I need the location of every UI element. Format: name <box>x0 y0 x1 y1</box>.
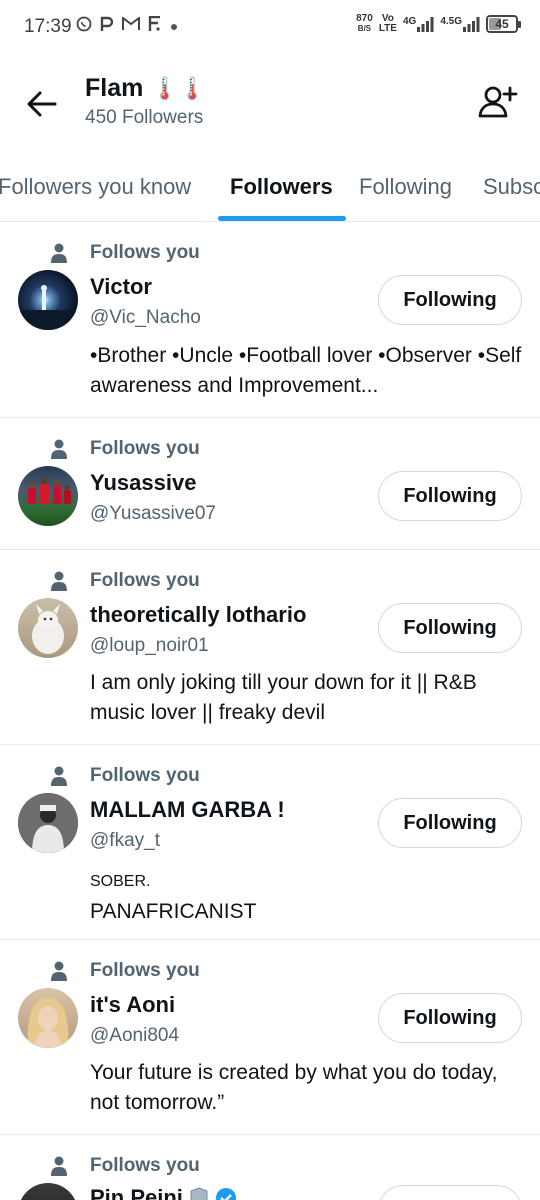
notification-icons <box>76 15 178 37</box>
list-item[interactable]: Follows you Victor @Vic_Nacho Following … <box>0 222 540 418</box>
user-handle[interactable]: @Aoni804 <box>90 1025 179 1047</box>
follows-you-line: Follows you <box>50 765 200 787</box>
avatar[interactable] <box>18 270 78 330</box>
person-icon <box>51 1156 67 1176</box>
user-bio: •Brother •Uncle •Football lover •Observe… <box>90 344 522 397</box>
user-handle[interactable]: @Vic_Nacho <box>90 307 201 329</box>
user-name[interactable]: MALLAM GARBA ! <box>90 797 285 823</box>
avatar-image <box>28 477 71 504</box>
following-button[interactable]: Following <box>378 471 522 521</box>
avatar-image <box>18 793 78 853</box>
signal-1: 4G <box>403 16 434 32</box>
following-button[interactable]: Following <box>378 798 522 848</box>
follower-count: 450 Followers <box>85 107 204 128</box>
follows-you-line: Follows you <box>50 242 200 264</box>
follows-you-label: Follows you <box>90 765 200 786</box>
following-button[interactable]: Following <box>378 275 522 325</box>
user-handle[interactable]: @Yusassive07 <box>90 503 216 525</box>
signal-bars-icon <box>417 17 434 32</box>
avatar-image <box>18 285 78 330</box>
person-icon <box>51 243 67 263</box>
whatsapp-icon <box>76 16 92 37</box>
follows-you-line: Follows you <box>50 1155 200 1177</box>
follows-you-label: Follows you <box>90 960 200 981</box>
battery-percent: 45 <box>495 17 509 31</box>
user-name-row[interactable]: Pin Peini <box>90 1185 237 1200</box>
page-title: Flam 🌡️🌡️ <box>85 74 206 103</box>
follows-you-label: Follows you <box>90 1155 200 1176</box>
user-name[interactable]: theoretically lothario <box>90 602 306 628</box>
tab-followers-you-know[interactable]: Followers you know <box>0 174 191 200</box>
following-button[interactable]: Following <box>378 993 522 1043</box>
tab-subscriptions[interactable]: Subsc <box>483 174 540 200</box>
list-item[interactable]: Follows you it's Aoni @Aoni804 Following… <box>0 940 540 1135</box>
add-user-button[interactable] <box>478 82 518 122</box>
profile-header: Flam 🌡️🌡️ 450 Followers <box>0 56 540 156</box>
network-type-2: 4.5G <box>440 16 462 27</box>
shield-icon <box>190 1187 208 1200</box>
tab-bar: Followers you know Followers Following S… <box>0 162 540 222</box>
add-user-icon <box>478 86 518 118</box>
list-item[interactable]: Follows you theoretically lothario @loup… <box>0 550 540 745</box>
speed-unit: B/S <box>357 24 372 33</box>
signal-2: 4.5G <box>440 16 480 32</box>
person-icon <box>51 961 67 981</box>
gmail-icon <box>122 16 140 36</box>
follower-list: Follows you Victor @Vic_Nacho Following … <box>0 222 540 1200</box>
status-time: 17:39 <box>24 16 72 37</box>
follows-you-label: Follows you <box>90 570 200 591</box>
person-icon <box>51 439 67 459</box>
follows-you-line: Follows you <box>50 570 200 592</box>
avatar[interactable] <box>18 988 78 1048</box>
avatar-image <box>27 998 69 1048</box>
avatar[interactable] <box>18 793 78 853</box>
battery-icon: 45 <box>486 15 521 33</box>
volte-indicator: Vo LTE <box>379 14 397 34</box>
person-icon <box>51 766 67 786</box>
follows-you-label: Follows you <box>90 438 200 459</box>
tab-followers[interactable]: Followers <box>230 174 333 200</box>
network-type-1: 4G <box>402 16 417 27</box>
user-name[interactable]: Pin Peini <box>90 1185 183 1200</box>
thermometer-emoji: 🌡️🌡️ <box>151 75 207 101</box>
user-name[interactable]: Victor <box>90 274 152 300</box>
verified-badge-icon <box>215 1188 236 1200</box>
avatar[interactable] <box>18 1183 78 1200</box>
avatar[interactable] <box>18 466 78 526</box>
user-name[interactable]: it's Aoni <box>90 992 175 1018</box>
avatar[interactable] <box>18 598 78 658</box>
follows-you-line: Follows you <box>50 960 200 982</box>
follows-you-line: Follows you <box>50 438 200 460</box>
active-tab-indicator <box>218 216 346 221</box>
person-icon <box>51 571 67 591</box>
avatar-image <box>32 604 64 654</box>
signal-bars-icon <box>463 17 480 32</box>
title-block: Flam 🌡️🌡️ 450 Followers <box>85 74 206 129</box>
system-status: 870 B/S Vo LTE 4G 4.5G 45 <box>356 14 521 34</box>
user-handle[interactable]: @fkay_t <box>90 830 160 852</box>
following-button[interactable]: Following <box>378 603 522 653</box>
network-speed: 870 B/S <box>356 14 373 34</box>
arrow-left-icon <box>27 91 57 117</box>
user-handle[interactable]: @loup_noir01 <box>90 635 209 657</box>
profile-name: Flam <box>85 74 144 102</box>
speed-value: 870 <box>356 13 373 24</box>
tab-following[interactable]: Following <box>359 174 452 200</box>
back-button[interactable] <box>22 84 62 124</box>
user-bio: Your future is created by what you do to… <box>90 1061 498 1114</box>
user-bio-line2: PANAFRICANIST <box>90 900 257 923</box>
status-bar: 17:39 870 B/S Vo LTE 4G 4.5G 45 <box>0 0 540 56</box>
user-bio: I am only joking till your down for it |… <box>90 671 477 724</box>
user-bio-line1: SOBER. <box>90 873 151 890</box>
dot-icon <box>170 18 178 36</box>
user-name[interactable]: Yusassive <box>90 470 196 496</box>
p-app-icon <box>100 16 114 37</box>
list-item[interactable]: Follows you Yusassive @Yusassive07 Follo… <box>0 418 540 550</box>
follows-you-label: Follows you <box>90 242 200 263</box>
volte-bottom: LTE <box>378 23 397 34</box>
app-f-icon <box>148 15 162 37</box>
list-item[interactable]: Follows you MALLAM GARBA ! @fkay_t Follo… <box>0 745 540 940</box>
list-item[interactable]: Follows you Pin Peini <box>0 1135 540 1200</box>
following-button-partial[interactable] <box>378 1185 522 1200</box>
